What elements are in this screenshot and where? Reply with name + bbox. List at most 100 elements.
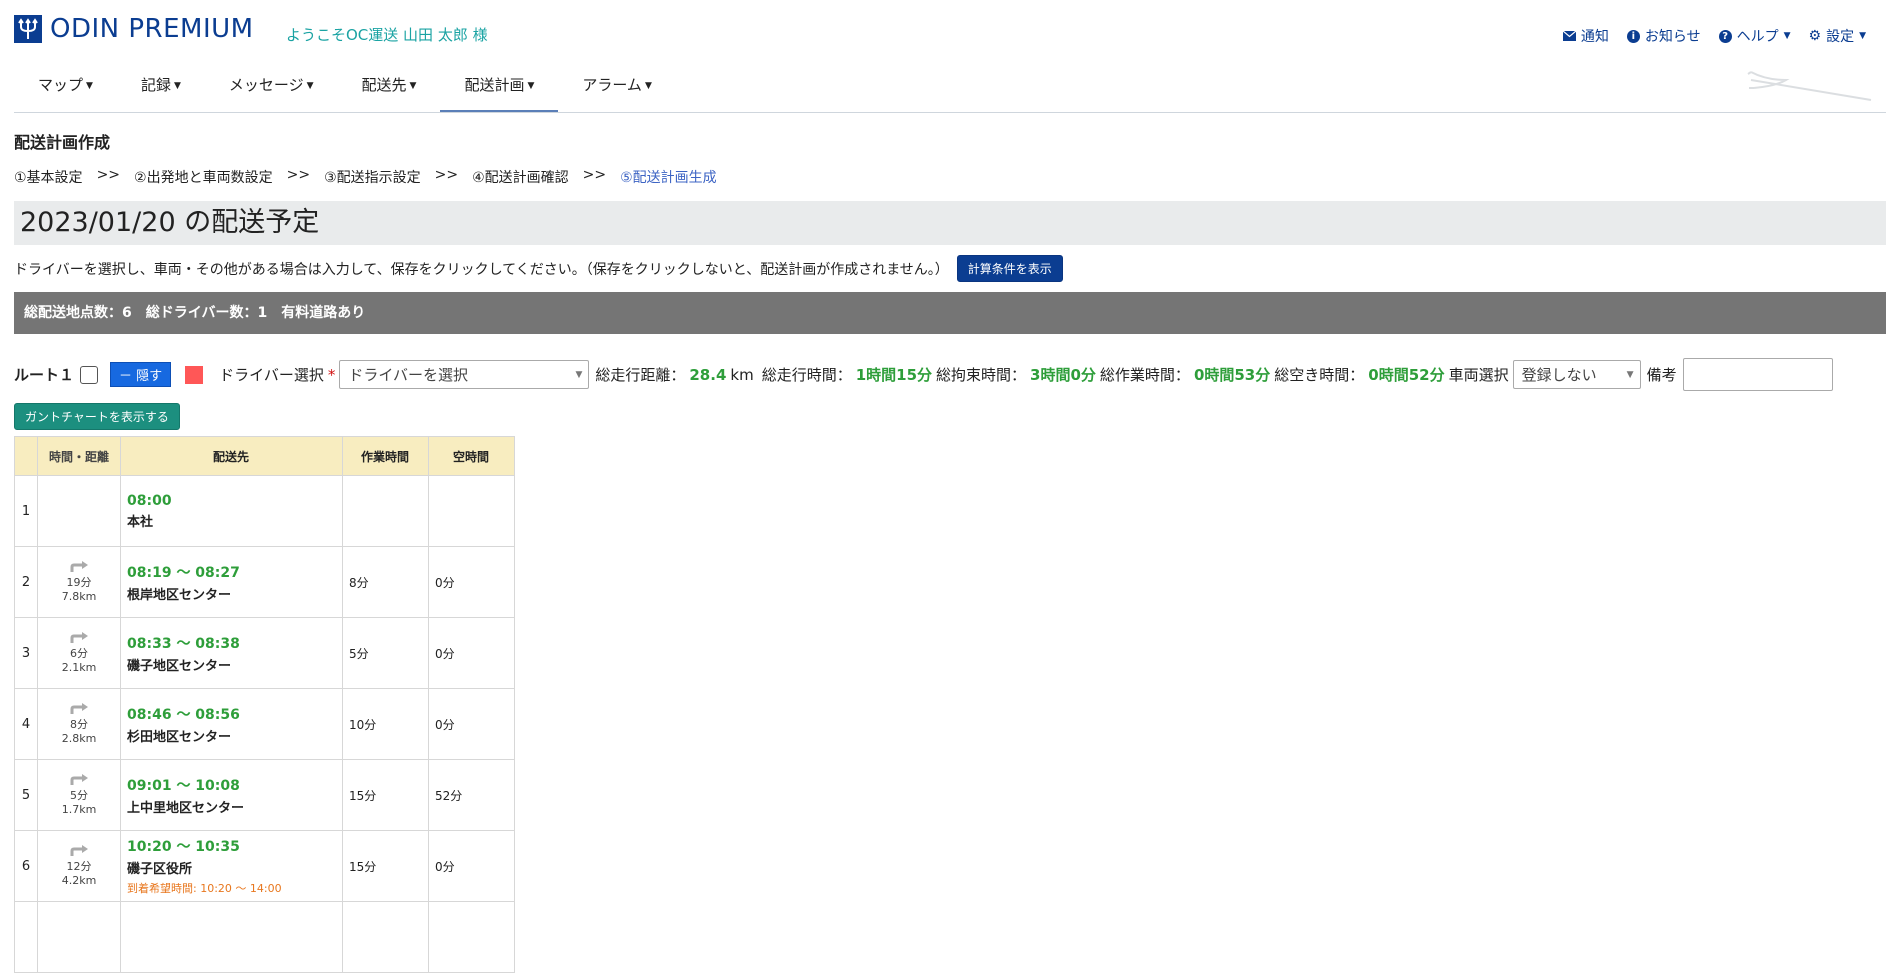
table-row xyxy=(14,901,515,973)
logo-text: ODIN PREMIUM xyxy=(50,14,254,44)
show-gantt-button[interactable]: ガントチャートを表示する xyxy=(14,403,180,430)
turn-right-icon xyxy=(70,632,88,643)
row-number: 1 xyxy=(14,475,38,547)
hide-route-button[interactable]: － 隠す xyxy=(110,362,172,387)
step-separator: >> xyxy=(434,167,459,183)
news-link[interactable]: i お知らせ xyxy=(1626,26,1701,46)
table-row: 3 6分 2.1km 08:33 ～ 08:38 磯子地区センター 5分 0分 xyxy=(14,617,515,689)
work-time-cell: 15分 xyxy=(342,759,429,831)
travel-duration: 12分 xyxy=(66,860,92,873)
destination-name: 本社 xyxy=(127,514,154,530)
idle-time-cell xyxy=(428,901,515,973)
logo[interactable]: ODIN PREMIUM xyxy=(14,14,254,44)
step-3[interactable]: ③配送指示設定 xyxy=(324,167,421,187)
turn-right-icon xyxy=(70,774,88,785)
idle-time-cell: 0分 xyxy=(428,617,515,689)
nav-label: 配送先 xyxy=(361,76,407,94)
notification-link[interactable]: 通知 xyxy=(1562,26,1609,46)
nav-label: マップ xyxy=(38,76,84,94)
row-number: 4 xyxy=(14,688,38,760)
column-header-work-time: 作業時間 xyxy=(342,436,429,476)
header: ODIN PREMIUM ようこそOC運送 山田 太郎 様 通知 i お知らせ … xyxy=(14,0,1886,62)
arrival-time: 10:20 ～ 10:35 xyxy=(127,839,240,855)
time-distance-cell: 5分 1.7km xyxy=(37,759,121,831)
column-header-time-distance: 時間・距離 xyxy=(37,436,121,476)
notes-label: 備考 xyxy=(1646,366,1677,384)
nav-label: メッセージ xyxy=(228,76,304,94)
arrival-time: 08:33 ～ 08:38 xyxy=(127,635,240,652)
route-color-swatch[interactable] xyxy=(185,365,204,384)
wizard-steps: ①基本設定 >> ②出発地と車両数設定 >> ③配送指示設定 >> ④配送計画確… xyxy=(14,167,1886,187)
required-mark: * xyxy=(327,365,336,384)
time-distance-cell xyxy=(37,475,121,547)
delivery-table: 時間・距離 配送先 作業時間 空時間 1 08:00 本社 2 19分 7.8k… xyxy=(14,436,515,973)
destination-cell: 08:00 本社 xyxy=(120,475,343,547)
destination-cell: 08:33 ～ 08:38 磯子地区センター xyxy=(120,617,343,689)
nav-item-destinations[interactable]: 配送先 ▼ xyxy=(338,62,441,112)
nav-item-delivery-plan[interactable]: 配送計画 ▼ xyxy=(440,62,559,112)
total-drive-label: 総走行時間： xyxy=(761,366,852,384)
notes-input[interactable] xyxy=(1682,358,1833,391)
travel-duration: 5分 xyxy=(70,789,88,802)
destination-name: 杉田地区センター xyxy=(127,729,232,745)
chevron-down-icon: ▼ xyxy=(1859,31,1866,41)
total-distance-value: 28.4 xyxy=(689,365,727,384)
step-1[interactable]: ①基本設定 xyxy=(14,167,83,187)
chevron-down-icon: ▼ xyxy=(575,370,583,380)
total-bound-label: 総拘束時間： xyxy=(936,366,1027,384)
table-row: 6 12分 4.2km 10:20 ～ 10:35 磯子区役所 到着希望時間: … xyxy=(14,830,515,902)
total-bound-value: 3時間0分 xyxy=(1030,366,1096,384)
idle-time-cell xyxy=(428,475,515,547)
row-number: 5 xyxy=(14,759,38,831)
nav-item-map[interactable]: マップ ▼ xyxy=(14,62,117,112)
help-icon: ? xyxy=(1718,29,1732,43)
arrival-time: 08:46 ～ 08:56 xyxy=(127,706,240,723)
nav-item-records[interactable]: 記録 ▼ xyxy=(117,62,205,112)
step-4[interactable]: ④配送計画確認 xyxy=(472,167,569,187)
driver-select[interactable]: ドライバーを選択 ▼ xyxy=(339,360,590,389)
travel-distance: 2.1km xyxy=(61,661,97,674)
section-title: 配送計画作成 xyxy=(14,133,111,152)
destination-cell: 09:01 ～ 10:08 上中里地区センター xyxy=(120,759,343,831)
idle-time-cell: 0分 xyxy=(428,546,515,618)
news-label: お知らせ xyxy=(1644,29,1701,45)
nav-item-messages[interactable]: メッセージ ▼ xyxy=(205,62,338,112)
destination-name: 上中里地区センター xyxy=(127,800,245,816)
work-time-cell xyxy=(342,475,429,547)
desired-arrival-time: 到着希望時間: 10:20 ～ 14:00 xyxy=(127,882,282,895)
chevron-down-icon: ▼ xyxy=(306,81,314,91)
total-idle-label: 総空き時間： xyxy=(1274,366,1365,384)
show-calc-conditions-button[interactable]: 計算条件を表示 xyxy=(956,255,1063,282)
summary-bar: 総配送地点数：6 総ドライバー数：1 有料道路あり xyxy=(14,292,1886,334)
step-2[interactable]: ②出発地と車両数設定 xyxy=(134,167,273,187)
notification-label: 通知 xyxy=(1580,29,1609,45)
vehicle-select[interactable]: 登録しない ▼ xyxy=(1512,360,1641,389)
nav-label: 配送計画 xyxy=(464,76,525,94)
turn-right-icon xyxy=(70,703,88,714)
total-idle-value: 0時間52分 xyxy=(1368,366,1445,384)
idle-time-cell: 52分 xyxy=(428,759,515,831)
step-separator: >> xyxy=(582,167,607,183)
table-row: 2 19分 7.8km 08:19 ～ 08:27 根岸地区センター 8分 0分 xyxy=(14,546,515,618)
gear-icon: ⚙ xyxy=(1808,28,1822,44)
destination-cell: 10:20 ～ 10:35 磯子区役所 到着希望時間: 10:20 ～ 14:0… xyxy=(120,830,343,902)
work-time-cell: 10分 xyxy=(342,688,429,760)
instruction-text: ドライバーを選択し、車両・その他がある場合は入力して、保存をクリックしてください… xyxy=(14,261,949,278)
time-distance-cell: 19分 7.8km xyxy=(37,546,121,618)
settings-menu[interactable]: ⚙ 設定 ▼ xyxy=(1809,26,1866,46)
idle-time-cell: 0分 xyxy=(428,830,515,902)
chevron-down-icon: ▼ xyxy=(1626,370,1634,380)
total-work-value: 0時間53分 xyxy=(1193,366,1271,384)
chevron-down-icon: ▼ xyxy=(527,81,535,91)
nav-item-alarm[interactable]: アラーム ▼ xyxy=(558,62,675,112)
driver-select-label: ドライバー選択 xyxy=(219,366,324,384)
turn-right-icon xyxy=(70,845,88,856)
total-distance-unit: km xyxy=(730,365,754,384)
help-menu[interactable]: ? ヘルプ ▼ xyxy=(1718,26,1791,46)
travel-distance: 4.2km xyxy=(61,874,97,887)
chevron-down-icon: ▼ xyxy=(644,81,652,91)
work-time-cell xyxy=(342,901,429,973)
destination-cell xyxy=(120,901,343,973)
column-header-destination: 配送先 xyxy=(120,436,343,476)
route-checkbox[interactable] xyxy=(80,365,99,384)
